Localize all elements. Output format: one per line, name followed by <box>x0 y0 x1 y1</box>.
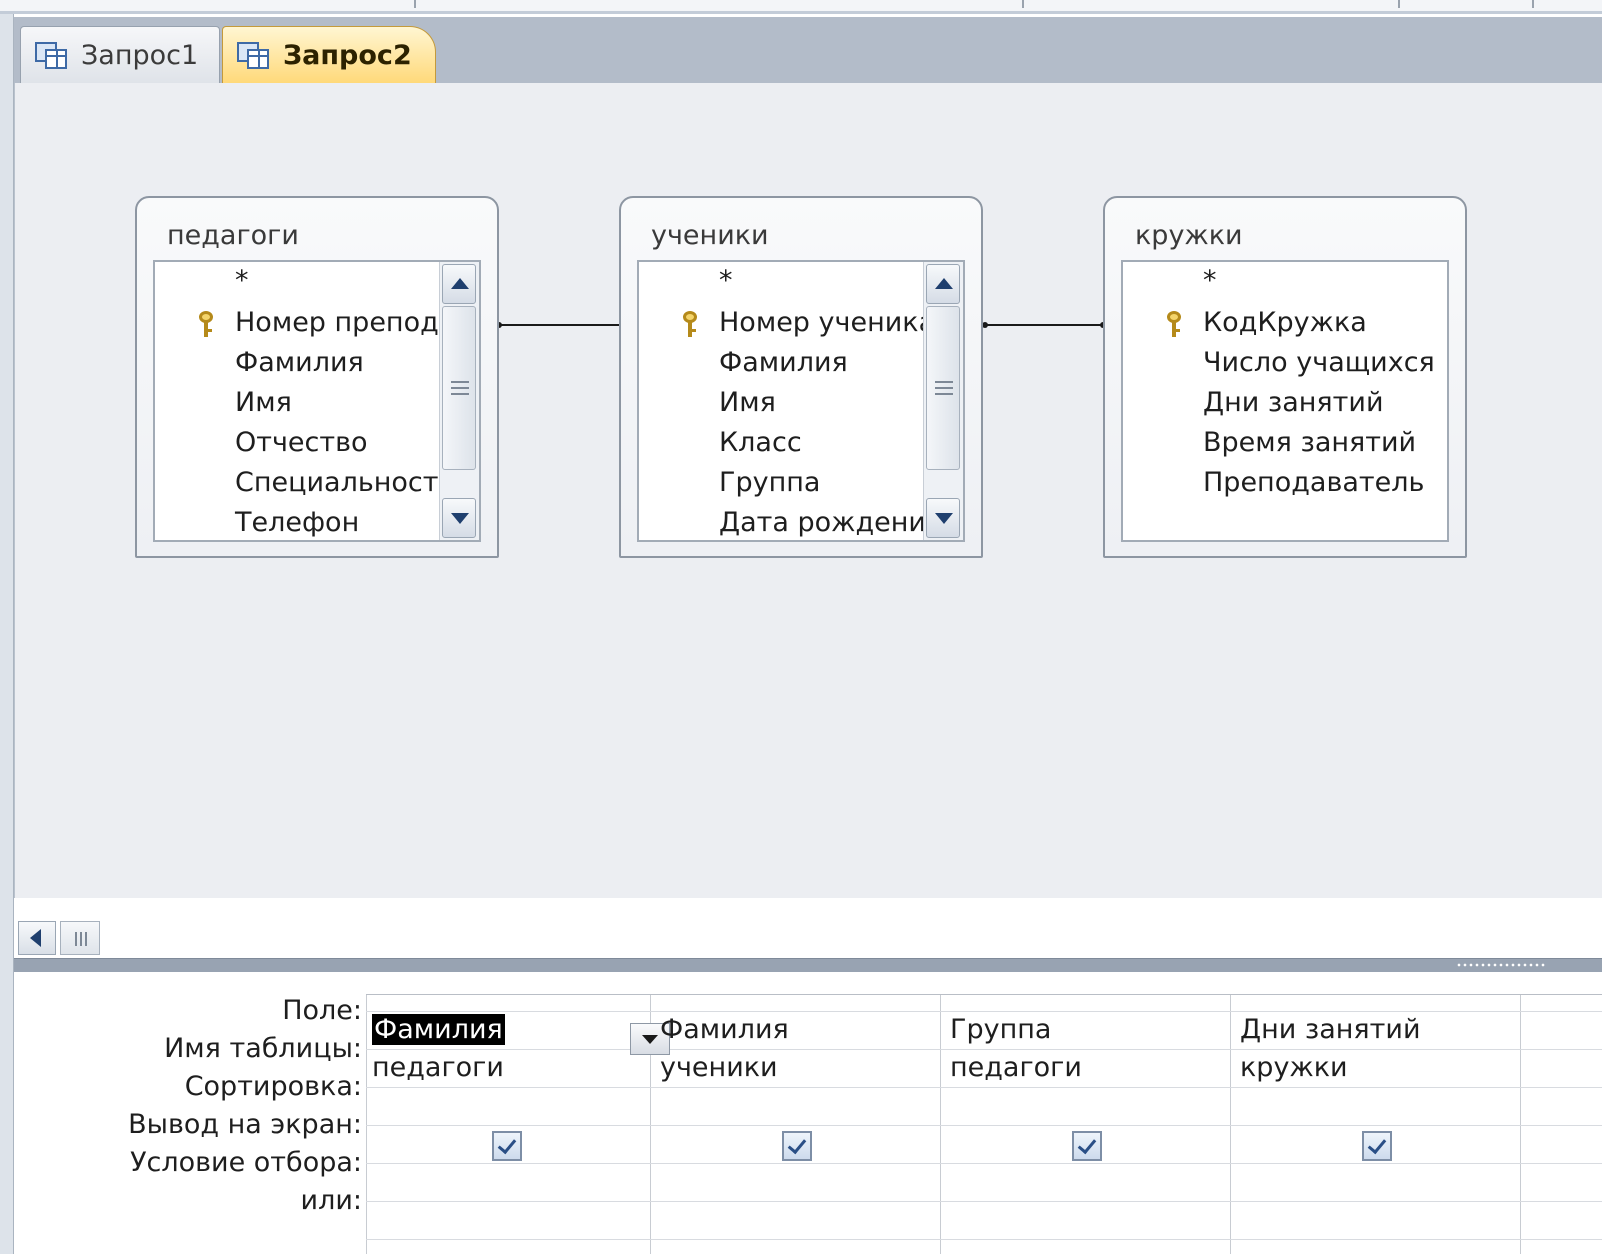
row-separator <box>366 1163 1602 1164</box>
field-item[interactable]: Число учащихся <box>1123 344 1447 382</box>
row-separator <box>366 1125 1602 1126</box>
field-item[interactable]: Дата рождения <box>639 504 963 540</box>
show-checkbox[interactable] <box>782 1131 812 1161</box>
tab-label: Запрос1 <box>81 39 199 71</box>
query-design-pane: педагоги * Номер препод Фамилия Имя Отче… <box>14 83 1602 898</box>
grid-table-cell[interactable]: педагоги <box>372 1049 504 1087</box>
field-list: * Номер ученика Фамилия Имя Класс Группа… <box>637 260 965 542</box>
grid-table-cell[interactable]: кружки <box>1240 1049 1348 1087</box>
field-item[interactable]: Отчество <box>155 424 479 462</box>
table-teachers[interactable]: педагоги * Номер препод Фамилия Имя Отче… <box>135 196 499 558</box>
field-item[interactable]: Специальность <box>155 464 479 502</box>
grid-table-cell[interactable]: ученики <box>660 1049 778 1087</box>
design-horizontal-scrollbar[interactable] <box>14 918 102 958</box>
top-strip <box>0 0 1602 14</box>
chevron-down-icon <box>642 1035 658 1044</box>
field-list: * Номер препод Фамилия Имя Отчество Спец… <box>153 260 481 542</box>
arrow-up-icon <box>451 278 469 289</box>
field-list-scrollbar[interactable] <box>923 262 963 540</box>
row-separator <box>366 1201 1602 1202</box>
field-item[interactable]: Класс <box>639 424 963 462</box>
field-item[interactable]: Номер ученика <box>639 304 963 342</box>
query-icon <box>35 40 67 70</box>
row-label-sort: Сортировка: <box>184 1071 362 1102</box>
field-item[interactable]: КодКружка <box>1123 304 1447 342</box>
query-icon <box>237 40 269 70</box>
row-label-table: Имя таблицы: <box>164 1033 362 1064</box>
selected-field-value: Фамилия <box>372 1014 505 1045</box>
arrow-up-icon <box>935 278 953 289</box>
scroll-thumb[interactable] <box>926 306 960 470</box>
scroll-down-button[interactable] <box>926 498 960 538</box>
scroll-left-button[interactable] <box>18 921 56 955</box>
key-icon <box>1167 311 1181 337</box>
left-frame <box>0 14 14 1254</box>
field-all[interactable]: * <box>1123 262 1447 300</box>
table-title: кружки <box>1135 220 1243 251</box>
show-checkbox[interactable] <box>1072 1131 1102 1161</box>
document-tab-bar: Запрос1 Запрос2 <box>14 17 1602 83</box>
checkmark-icon <box>497 1134 517 1155</box>
row-label-field: Поле: <box>282 995 362 1026</box>
tab-query2[interactable]: Запрос2 <box>222 26 436 83</box>
field-item[interactable]: Группа <box>639 464 963 502</box>
field-list-scrollbar[interactable] <box>439 262 479 540</box>
row-label-criteria: Условие отбора: <box>130 1147 362 1178</box>
field-item[interactable]: Имя <box>155 384 479 422</box>
scroll-thumb[interactable] <box>442 306 476 470</box>
query-grid-pane: Поле: Имя таблицы: Сортировка: Вывод на … <box>14 972 1602 1254</box>
table-clubs[interactable]: кружки * КодКружка Число учащихся Дни за… <box>1103 196 1467 558</box>
relationship-line <box>985 324 1103 326</box>
arrow-down-icon <box>451 513 469 524</box>
grid-field-cell[interactable]: Дни занятий <box>1240 1011 1421 1049</box>
row-separator <box>366 1239 1602 1240</box>
field-all[interactable]: * <box>155 262 479 300</box>
grid-field-cell[interactable]: Фамилия <box>660 1011 789 1049</box>
scroll-up-button[interactable] <box>442 264 476 304</box>
splitter-grip[interactable] <box>1456 962 1546 968</box>
field-item[interactable]: Имя <box>639 384 963 422</box>
tab-query1[interactable]: Запрос1 <box>20 26 220 83</box>
field-item[interactable]: Номер препод <box>155 304 479 342</box>
field-item[interactable]: Фамилия <box>155 344 479 382</box>
relationship-line <box>499 324 619 326</box>
query-design-grid: Фамилия педагоги Фамилия ученики Группа … <box>366 994 1602 1254</box>
show-checkbox[interactable] <box>492 1131 522 1161</box>
table-title: ученики <box>651 220 769 251</box>
ruler-tick <box>1398 0 1400 8</box>
field-item[interactable]: Преподаватель <box>1123 464 1447 502</box>
show-checkbox[interactable] <box>1362 1131 1392 1161</box>
scroll-thumb[interactable] <box>60 921 100 955</box>
grid-field-cell[interactable]: Фамилия <box>372 1011 505 1049</box>
field-item[interactable]: Фамилия <box>639 344 963 382</box>
checkmark-icon <box>1077 1134 1097 1155</box>
scroll-down-button[interactable] <box>442 498 476 538</box>
field-all[interactable]: * <box>639 262 963 300</box>
arrow-down-icon <box>935 513 953 524</box>
field-item[interactable]: Дни занятий <box>1123 384 1447 422</box>
row-label-or: или: <box>300 1185 362 1216</box>
checkmark-icon <box>1367 1134 1387 1155</box>
field-list: * КодКружка Число учащихся Дни занятий В… <box>1121 260 1449 542</box>
tab-label: Запрос2 <box>283 39 412 71</box>
scroll-up-button[interactable] <box>926 264 960 304</box>
grid-table-cell[interactable]: педагоги <box>950 1049 1082 1087</box>
pane-splitter[interactable] <box>14 958 1602 972</box>
table-students[interactable]: ученики * Номер ученика Фамилия Имя Клас… <box>619 196 983 558</box>
checkmark-icon <box>787 1134 807 1155</box>
ruler-tick <box>1022 0 1024 8</box>
ruler-tick <box>1532 0 1534 8</box>
key-icon <box>683 311 697 337</box>
table-title: педагоги <box>167 220 299 251</box>
row-label-show: Вывод на экран: <box>128 1109 362 1140</box>
key-icon <box>199 311 213 337</box>
grid-field-cell[interactable]: Группа <box>950 1011 1051 1049</box>
field-item[interactable]: Время занятий <box>1123 424 1447 462</box>
row-separator <box>366 1087 1602 1088</box>
ruler-tick <box>414 0 416 8</box>
field-item[interactable]: Телефон <box>155 504 479 540</box>
arrow-left-icon <box>30 929 41 947</box>
